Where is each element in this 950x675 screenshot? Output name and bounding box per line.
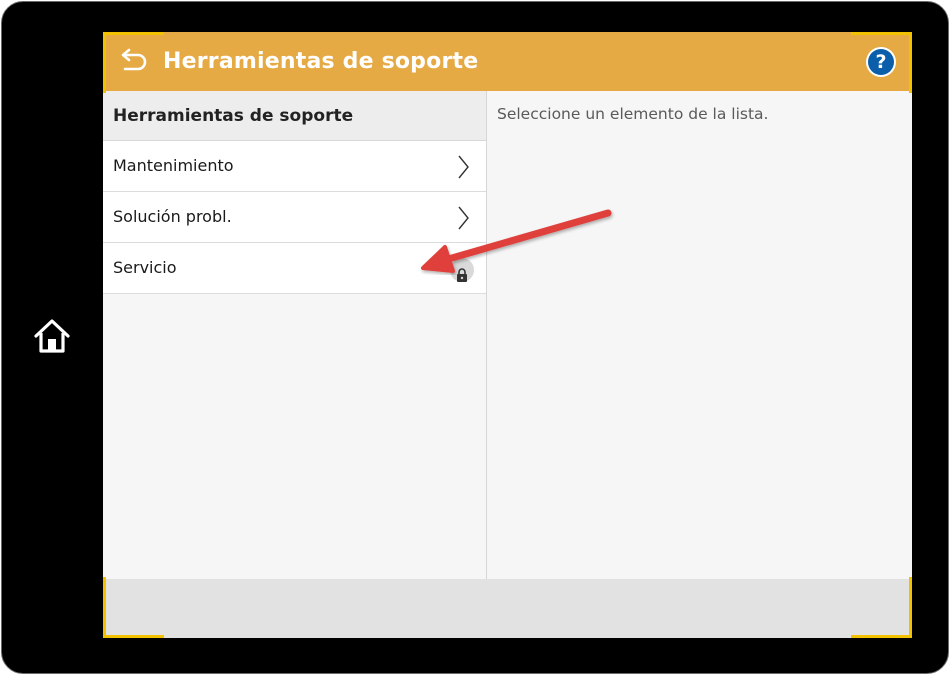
chevron-right-icon [458,155,469,179]
detail-pane: Seleccione un elemento de la lista. [487,91,912,579]
list-header: Herramientas de soporte [103,91,486,141]
help-icon: ? [868,49,894,75]
help-button[interactable]: ? [866,47,896,77]
home-button[interactable] [32,316,72,356]
title-bar: Herramientas de soporte ? [103,32,912,91]
page-title: Herramientas de soporte [163,49,479,74]
home-icon [34,319,70,353]
annotation-arrow [421,209,612,273]
footer-bar [103,579,912,638]
menu-item-label: Mantenimiento [113,156,234,175]
detail-hint: Seleccione un elemento de la lista. [497,105,769,123]
menu-item-mantenimiento[interactable]: Mantenimiento [103,141,486,192]
back-arrow-icon [121,48,147,71]
menu-item-label: Solución probl. [113,207,232,226]
back-button[interactable] [117,46,149,76]
menu-list: Herramientas de soporte Mantenimiento So… [103,91,487,579]
menu-item-label: Servicio [113,258,177,277]
control-panel-screen: Herramientas de soporte ? Herramientas d… [103,32,912,638]
